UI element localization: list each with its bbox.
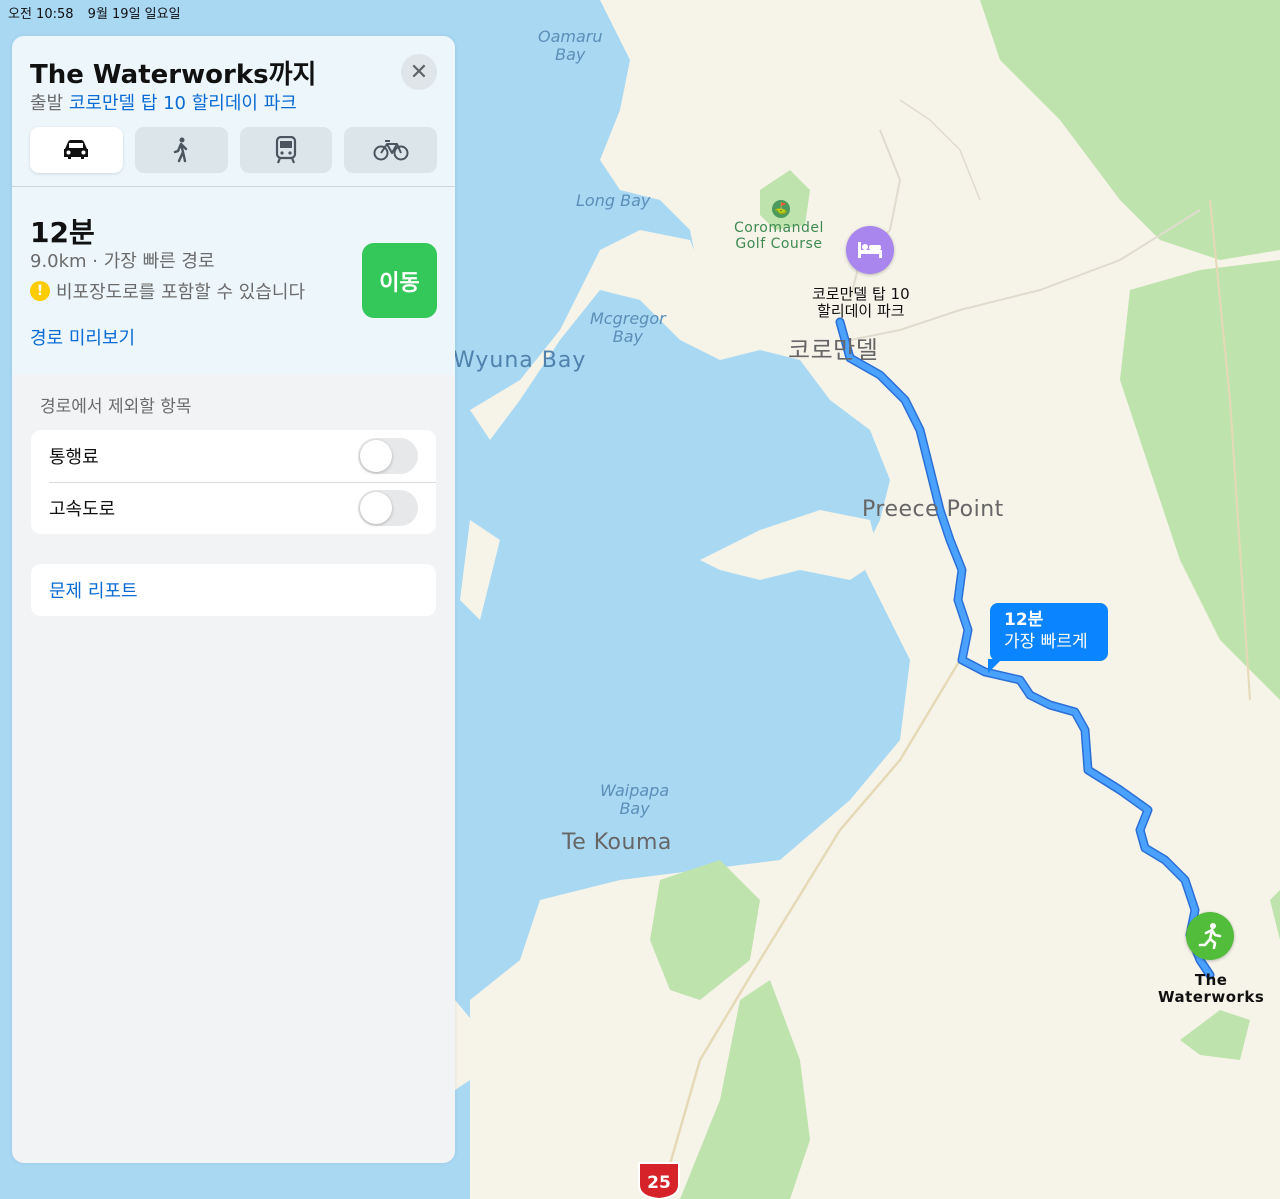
label-long-bay: Long Bay (576, 191, 651, 210)
avoid-highways-row: 고속도로 (31, 482, 436, 534)
route-summary: 9.0km · 가장 빠른 경로 (30, 251, 215, 272)
directions-panel: The Waterworks까지 출발 코로만델 탑 10 할리데이 파크 ✕ … (12, 36, 455, 1163)
golf-icon: ⛳ (772, 200, 790, 218)
label-te-kouma: Te Kouma (562, 830, 672, 855)
toggle-knob (360, 440, 392, 472)
subtitle-prefix: 출발 (30, 93, 64, 114)
transit-icon (275, 136, 296, 164)
label-mcgregor-bay: Mcgregor Bay (590, 309, 666, 346)
route-eta: 12분 (30, 216, 95, 249)
avoid-tolls-toggle[interactable] (358, 438, 418, 474)
status-bar: 오전 10:58 9월 19일 일요일 (8, 3, 191, 22)
bed-icon (858, 242, 882, 258)
origin-pin[interactable] (846, 226, 894, 274)
avoid-highways-toggle[interactable] (358, 490, 418, 526)
avoid-tolls-label: 통행료 (49, 447, 99, 468)
toggle-knob (360, 492, 392, 524)
mode-bicycle-button[interactable] (344, 127, 437, 173)
callout-desc: 가장 빠르게 (1004, 632, 1088, 652)
label-waipapa-bay: Waipapa Bay (600, 781, 670, 818)
mode-walk-button[interactable] (134, 127, 228, 173)
route-warning: ! 비포장도로를 포함할 수 있습니다 (30, 278, 305, 304)
avoid-options: 통행료 고속도로 (31, 430, 436, 534)
panel-title: The Waterworks까지 (30, 60, 317, 90)
status-time: 오전 10:58 (8, 7, 74, 22)
panel-subtitle: 출발 코로만델 탑 10 할리데이 파크 (30, 89, 297, 115)
avoid-tolls-row: 통행료 (31, 430, 436, 482)
label-wyuna-bay: Wyuna Bay (453, 348, 587, 373)
status-date: 9월 19일 일요일 (87, 7, 181, 22)
label-coromandel-town: 코로만델 (788, 336, 879, 364)
highway-number: 25 (647, 1173, 671, 1193)
go-button[interactable]: 이동 (362, 243, 437, 318)
report-issue-button[interactable]: 문제 리포트 (31, 564, 436, 616)
highway-shield: 25 (638, 1162, 680, 1199)
warning-icon: ! (30, 281, 50, 301)
callout-time: 12분 (1004, 610, 1044, 630)
close-icon: ✕ (409, 59, 429, 85)
avoid-highways-label: 고속도로 (49, 499, 116, 520)
transport-mode-selector (30, 127, 437, 173)
car-icon (64, 140, 89, 159)
route-header: The Waterworks까지 출발 코로만델 탑 10 할리데이 파크 ✕ … (12, 36, 455, 375)
route-preview-link[interactable]: 경로 미리보기 (30, 324, 135, 350)
walk-icon (173, 137, 188, 163)
label-origin: 코로만델 탑 10 할리데이 파크 (812, 285, 910, 320)
label-golf-course: Coromandel Golf Course (734, 220, 824, 252)
warning-text: 비포장도로를 포함할 수 있습니다 (56, 282, 306, 303)
bicycle-icon (373, 140, 409, 161)
header-divider (12, 186, 455, 187)
label-preece-point: Preece Point (862, 497, 1004, 522)
mode-transit-button[interactable] (239, 127, 333, 173)
avoid-heading: 경로에서 제외할 항목 (40, 397, 192, 417)
destination-pin[interactable] (1186, 912, 1234, 960)
route-callout[interactable]: 12분 가장 빠르게 (988, 603, 1108, 673)
label-destination: The Waterworks (1158, 971, 1265, 1006)
label-oamaru-bay: Oamaru Bay (538, 27, 603, 64)
origin-link[interactable]: 코로만델 탑 10 할리데이 파크 (69, 93, 297, 114)
mode-car-button[interactable] (30, 127, 123, 173)
runner-icon (1198, 923, 1222, 949)
close-button[interactable]: ✕ (401, 54, 437, 90)
